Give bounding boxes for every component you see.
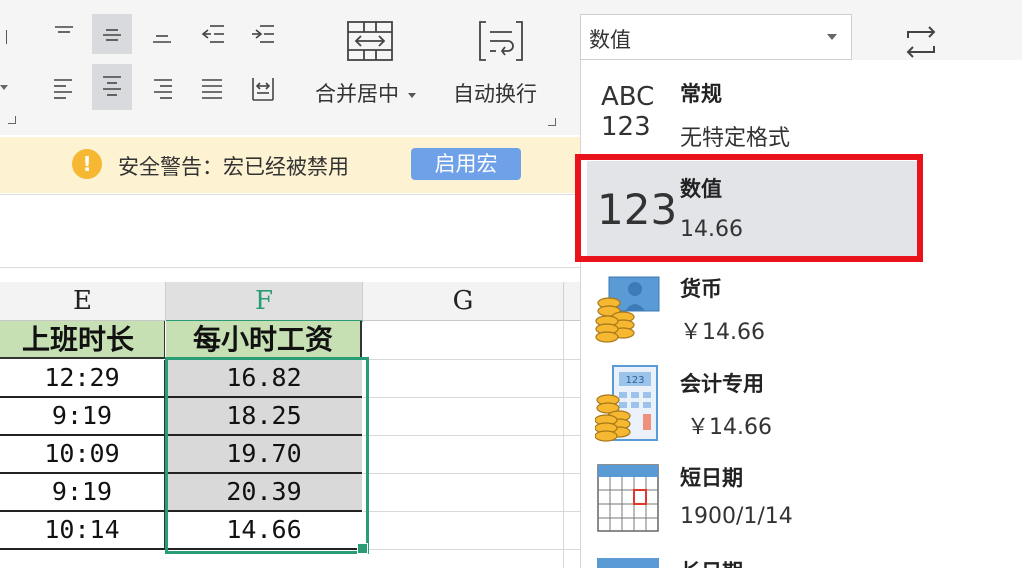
abc-123-icon: ABC 123 <box>601 82 661 144</box>
number-format-menu: ABC 123 常规 无特定格式 123 数值 14.66 货币 ￥14.66 … <box>575 60 1022 568</box>
format-item-general[interactable]: ABC 123 常规 无特定格式 <box>581 60 1022 155</box>
format-item-long-date[interactable]: 长日期 <box>581 554 1022 568</box>
table-cell-e[interactable]: 12:29 <box>0 360 165 398</box>
chevron-down-icon <box>407 92 416 98</box>
format-item-currency[interactable]: 货币 ￥14.66 <box>581 265 1022 360</box>
align-left-icon[interactable] <box>44 68 84 108</box>
format-item-subtitle: ￥14.66 <box>687 415 772 440</box>
align-bottom-icon[interactable] <box>142 14 182 54</box>
currency-coins-icon <box>595 273 661 345</box>
spreadsheet-grid: E F G 上班时长 每小时工资 12:29 16.82 9:19 18.25 … <box>0 268 580 568</box>
table-cell-f[interactable]: 20.39 <box>166 474 362 512</box>
format-item-title: 短日期 <box>680 466 743 490</box>
security-warning-text: 安全警告：宏已经被禁用 <box>118 155 349 179</box>
justify-icon[interactable] <box>192 68 232 108</box>
dialog-launcher-icon[interactable] <box>548 118 556 126</box>
align-center-icon[interactable] <box>92 64 132 110</box>
format-item-short-date[interactable]: 短日期 1900/1/14 <box>581 458 1022 553</box>
formula-bar[interactable] <box>0 194 580 268</box>
format-item-accounting[interactable]: 123 会计专用 ￥14.66 <box>581 362 1022 457</box>
table-cell-e[interactable]: 9:19 <box>0 474 165 512</box>
convert-icon[interactable] <box>900 22 942 62</box>
svg-text:123: 123 <box>625 375 644 386</box>
format-item-title: 货币 <box>680 277 722 301</box>
number-format-value: 数值 <box>589 28 631 52</box>
dialog-launcher-icon[interactable] <box>8 116 16 124</box>
table-cell-e[interactable]: 9:19 <box>0 398 165 436</box>
table-cell-e[interactable]: 10:09 <box>0 436 165 474</box>
enable-macros-button[interactable]: 启用宏 <box>411 148 521 180</box>
column-header-g[interactable]: G <box>363 282 564 321</box>
column-header-partial[interactable] <box>564 282 580 321</box>
wrap-text-button[interactable]: 自动换行 <box>453 78 537 108</box>
fill-handle[interactable] <box>357 543 368 554</box>
chevron-down-icon <box>827 34 837 40</box>
table-cell-f[interactable]: 19.70 <box>166 436 362 474</box>
format-item-subtitle: 无特定格式 <box>680 126 791 151</box>
wrap-text-icon[interactable] <box>478 20 524 62</box>
column-header-f[interactable]: F <box>166 282 363 322</box>
align-right-icon[interactable] <box>142 68 182 108</box>
table-cell-e[interactable]: 10:14 <box>0 512 165 550</box>
highlight-box <box>575 154 923 262</box>
chevron-down-icon[interactable] <box>0 85 8 90</box>
number-format-dropdown[interactable]: 数值 <box>580 14 852 60</box>
merge-center-icon[interactable] <box>346 20 394 62</box>
header-cell-work-hours[interactable]: 上班时长 <box>0 321 165 359</box>
calendar-icon <box>597 464 659 532</box>
merge-center-button[interactable]: 合并居中 <box>315 78 416 108</box>
format-item-subtitle: ￥14.66 <box>680 320 765 345</box>
table-cell-f[interactable]: 16.82 <box>166 360 362 398</box>
table-cell-f[interactable]: 18.25 <box>166 398 362 436</box>
distributed-align-icon[interactable] <box>242 68 282 108</box>
calendar-long-icon <box>597 558 659 568</box>
partial-icon <box>0 30 7 44</box>
icon-text-top: ABC <box>601 82 655 112</box>
format-item-subtitle: 1900/1/14 <box>680 504 793 529</box>
align-middle-icon[interactable] <box>92 14 132 54</box>
header-cell-hourly-wage[interactable]: 每小时工资 <box>166 321 362 359</box>
format-item-title: 会计专用 <box>680 372 764 396</box>
icon-text-bottom: 123 <box>601 112 651 142</box>
table-cell-f-active[interactable]: 14.66 <box>166 512 362 550</box>
format-item-title: 常规 <box>680 82 722 106</box>
warning-icon: ! <box>72 149 102 179</box>
column-header-e[interactable]: E <box>0 282 166 321</box>
accounting-calculator-icon: 123 <box>594 364 661 444</box>
format-item-title: 长日期 <box>680 556 743 568</box>
increase-indent-icon[interactable] <box>242 14 282 54</box>
merge-center-label: 合并居中 <box>315 82 399 106</box>
align-top-icon[interactable] <box>44 14 84 54</box>
decrease-indent-icon[interactable] <box>192 14 232 54</box>
security-warning-bar: ! 安全警告：宏已经被禁用 启用宏 <box>0 137 580 193</box>
